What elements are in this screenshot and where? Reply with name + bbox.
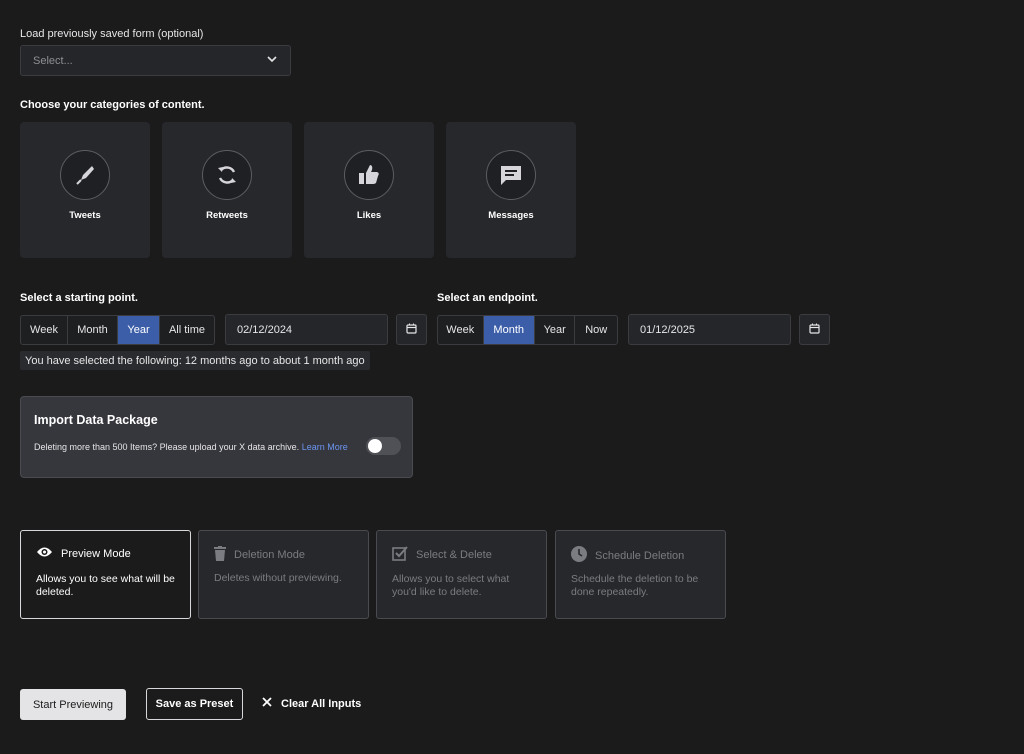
calendar-icon bbox=[809, 321, 820, 339]
mode-card-select-delete[interactable]: Select & Delete Allows you to select wha… bbox=[376, 530, 547, 619]
learn-more-link[interactable]: Learn More bbox=[302, 442, 348, 452]
calendar-icon bbox=[406, 321, 417, 339]
end-date-input[interactable]: 01/12/2025 bbox=[628, 314, 791, 345]
trash-icon bbox=[214, 546, 226, 564]
category-card-messages[interactable]: Messages bbox=[446, 122, 576, 258]
thumbs-up-icon bbox=[344, 150, 394, 200]
start-option-month[interactable]: Month bbox=[68, 316, 118, 344]
saved-form-select[interactable]: Select... bbox=[20, 45, 291, 76]
import-description: Deleting more than 500 Items? Please upl… bbox=[34, 442, 348, 452]
import-toggle[interactable] bbox=[366, 437, 401, 455]
category-card-retweets[interactable]: Retweets bbox=[162, 122, 292, 258]
category-label: Tweets bbox=[69, 210, 101, 221]
end-range-selector: Week Month Year Now bbox=[437, 315, 618, 345]
mode-title: Preview Mode bbox=[61, 547, 131, 560]
clear-all-inputs-button[interactable]: Clear All Inputs bbox=[262, 697, 361, 710]
save-as-preset-button[interactable]: Save as Preset bbox=[146, 688, 243, 720]
start-option-year[interactable]: Year bbox=[118, 316, 160, 344]
start-option-all-time[interactable]: All time bbox=[160, 316, 214, 344]
mode-title: Schedule Deletion bbox=[595, 549, 685, 562]
end-heading: Select an endpoint. bbox=[437, 292, 538, 304]
start-previewing-button[interactable]: Start Previewing bbox=[20, 689, 126, 720]
category-card-tweets[interactable]: Tweets bbox=[20, 122, 150, 258]
categories-heading: Choose your categories of content. bbox=[20, 99, 205, 111]
category-card-likes[interactable]: Likes bbox=[304, 122, 434, 258]
start-calendar-button[interactable] bbox=[396, 314, 427, 345]
toggle-knob bbox=[368, 439, 382, 453]
mode-description: Deletes without previewing. bbox=[214, 572, 342, 584]
close-icon bbox=[262, 697, 272, 710]
category-label: Messages bbox=[488, 210, 534, 221]
mode-description: Schedule the deletion to be done repeate… bbox=[571, 573, 699, 598]
start-heading: Select a starting point. bbox=[20, 292, 138, 304]
eye-icon bbox=[36, 546, 53, 561]
end-option-week[interactable]: Week bbox=[438, 316, 484, 344]
mode-card-preview[interactable]: Preview Mode Allows you to see what will… bbox=[20, 530, 191, 619]
saved-form-label: Load previously saved form (optional) bbox=[20, 28, 204, 40]
end-option-month[interactable]: Month bbox=[483, 316, 535, 344]
mode-title: Deletion Mode bbox=[234, 549, 305, 561]
clock-icon bbox=[571, 546, 587, 565]
end-option-year[interactable]: Year bbox=[535, 316, 576, 344]
mode-card-deletion[interactable]: Deletion Mode Deletes without previewing… bbox=[198, 530, 369, 619]
mode-title: Select & Delete bbox=[416, 549, 492, 561]
mode-description: Allows you to select what you'd like to … bbox=[392, 573, 510, 598]
import-title: Import Data Package bbox=[34, 413, 158, 427]
message-icon bbox=[486, 150, 536, 200]
mode-description: Allows you to see what will be deleted. bbox=[36, 573, 175, 598]
clear-all-inputs-label: Clear All Inputs bbox=[281, 697, 362, 710]
saved-form-placeholder: Select... bbox=[33, 54, 73, 67]
category-label: Likes bbox=[356, 210, 382, 221]
feather-icon bbox=[60, 150, 110, 200]
chevron-down-icon bbox=[266, 53, 278, 68]
category-label: Retweets bbox=[206, 210, 248, 221]
start-range-selector: Week Month Year All time bbox=[20, 315, 215, 345]
start-date-input[interactable]: 02/12/2024 bbox=[225, 314, 388, 345]
checkbox-icon bbox=[392, 546, 408, 564]
import-text: Deleting more than 500 Items? Please upl… bbox=[34, 442, 300, 452]
mode-card-schedule[interactable]: Schedule Deletion Schedule the deletion … bbox=[555, 530, 726, 619]
selection-summary: You have selected the following: 12 mont… bbox=[20, 351, 370, 370]
end-option-now[interactable]: Now bbox=[575, 316, 617, 344]
start-option-week[interactable]: Week bbox=[21, 316, 68, 344]
import-data-package-card: Import Data Package Deleting more than 5… bbox=[20, 396, 413, 478]
retweet-icon bbox=[202, 150, 252, 200]
end-calendar-button[interactable] bbox=[799, 314, 830, 345]
